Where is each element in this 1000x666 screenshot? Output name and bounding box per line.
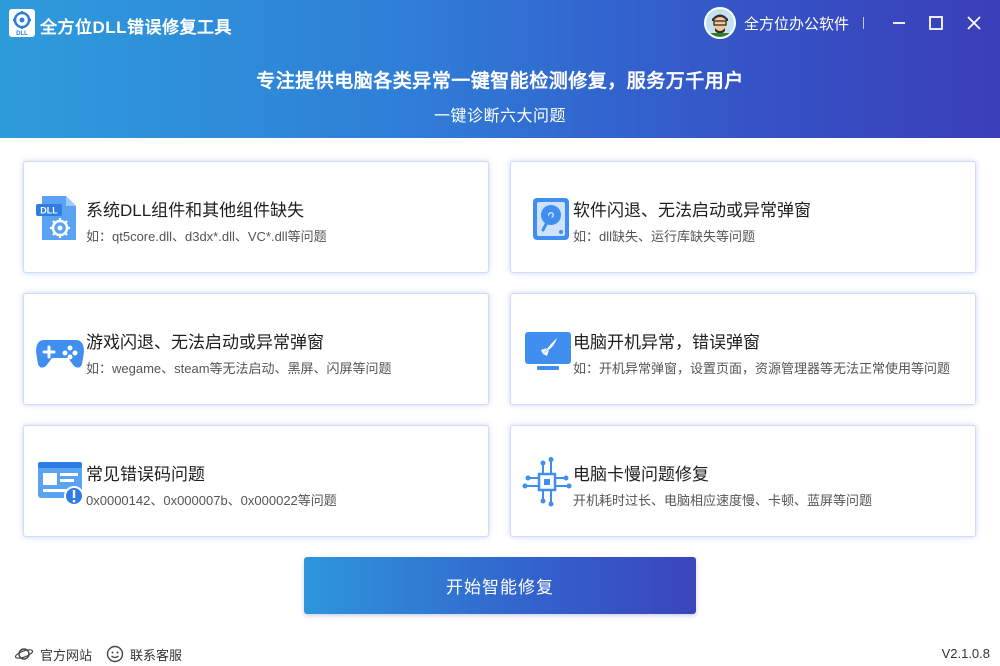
version-label: V2.1.0.8	[941, 646, 990, 661]
gamepad-icon	[34, 324, 86, 376]
card-title: 电脑开机异常，错误弹窗	[573, 333, 760, 352]
user-name[interactable]: 全方位办公软件	[744, 13, 849, 34]
customer-service-link[interactable]: 联系客服	[106, 645, 182, 663]
chip-icon	[521, 456, 573, 508]
card-slow-computer[interactable]: 电脑卡慢问题修复 开机耗时过长、电脑相应速度慢、卡顿、蓝屏等问题	[510, 425, 976, 537]
official-website-link[interactable]: 官方网站	[14, 645, 92, 663]
app-logo-icon: DLL	[8, 8, 36, 38]
card-title: 软件闪退、无法启动或异常弹窗	[573, 201, 811, 220]
close-icon	[967, 16, 981, 30]
maximize-icon	[929, 16, 943, 30]
card-title: 电脑卡慢问题修复	[573, 465, 709, 484]
monitor-rocket-icon	[521, 324, 573, 376]
card-title: 常见错误码问题	[86, 465, 205, 484]
card-description: 开机耗时过长、电脑相应速度慢、卡顿、蓝屏等问题	[573, 493, 873, 508]
card-description: 如：dll缺失、运行库缺失等问题	[573, 229, 756, 244]
card-dll-missing[interactable]: DLL 系统DLL组件和其他组件缺失 如：qt5core.dll、d3dx*.d…	[23, 161, 489, 273]
card-description: 如：qt5core.dll、d3dx*.dll、VC*.dll等问题	[86, 229, 327, 244]
website-label[interactable]: 官方网站	[40, 645, 92, 664]
start-repair-button[interactable]: 开始智能修复	[304, 557, 696, 614]
error-window-icon	[34, 456, 86, 508]
dll-file-icon: DLL	[34, 192, 86, 244]
user-account[interactable]: 全方位办公软件	[704, 7, 865, 39]
card-boot-error[interactable]: 电脑开机异常，错误弹窗 如：开机异常弹窗，设置页面，资源管理器等无法正常使用等问…	[510, 293, 976, 405]
minimize-icon	[893, 22, 905, 24]
support-label[interactable]: 联系客服	[130, 645, 182, 664]
divider	[863, 17, 865, 29]
hard-disk-icon	[521, 192, 573, 244]
header-banner: DLL 全方位DLL错误修复工具 全方位办公软件 专注提供电脑各类异常一键智能检…	[0, 0, 1000, 138]
card-description: 如：开机异常弹窗，设置页面，资源管理器等无法正常使用等问题	[573, 361, 951, 376]
card-title: 系统DLL组件和其他组件缺失	[86, 201, 305, 220]
planet-icon	[14, 648, 34, 660]
card-error-codes[interactable]: 常见错误码问题 0x0000142、0x000007b、0x000022等问题	[23, 425, 489, 537]
close-button[interactable]	[961, 10, 987, 36]
smiley-icon	[106, 645, 124, 663]
minimize-button[interactable]	[886, 10, 912, 36]
card-description: 0x0000142、0x000007b、0x000022等问题	[86, 493, 337, 508]
card-description: 如：wegame、steam等无法启动、黑屏、闪屏等问题	[86, 361, 392, 376]
app-title: 全方位DLL错误修复工具	[40, 18, 233, 37]
svg-text:DLL: DLL	[40, 206, 58, 216]
banner-subline: 一键诊断六大问题	[433, 108, 566, 125]
card-game-crash[interactable]: 游戏闪退、无法启动或异常弹窗 如：wegame、steam等无法启动、黑屏、闪屏…	[23, 293, 489, 405]
svg-text:DLL: DLL	[16, 31, 28, 37]
banner-headline: 专注提供电脑各类异常一键智能检测修复，服务万千用户	[256, 71, 744, 92]
avatar[interactable]	[704, 7, 736, 39]
card-software-crash[interactable]: 软件闪退、无法启动或异常弹窗 如：dll缺失、运行库缺失等问题	[510, 161, 976, 273]
card-title: 游戏闪退、无法启动或异常弹窗	[86, 333, 324, 352]
maximize-button[interactable]	[923, 10, 949, 36]
